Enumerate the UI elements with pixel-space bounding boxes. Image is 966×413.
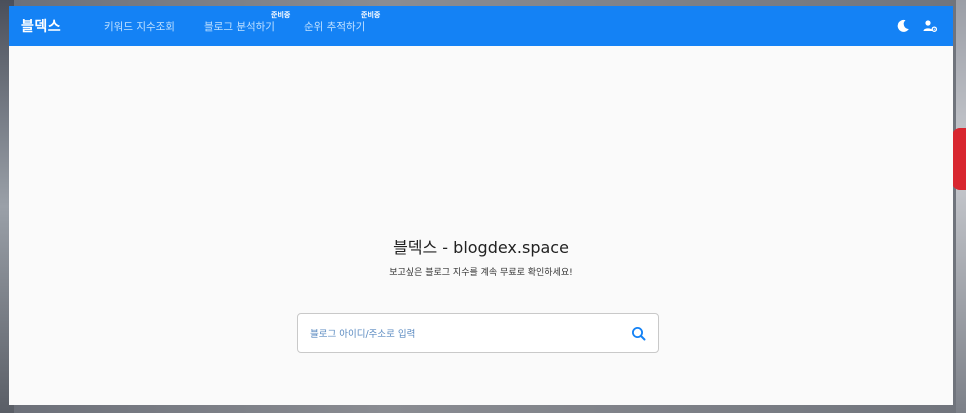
- nav-rank-tracking-badge: 준비중: [361, 11, 381, 19]
- nav-blog-analysis[interactable]: 블로그 분석하기: [204, 19, 275, 34]
- moon-icon[interactable]: [895, 18, 911, 34]
- search-icon[interactable]: [630, 325, 648, 343]
- top-navbar: 블덱스 키워드 지수조회 블로그 분석하기 준비중 순위 추적하기 준비중: [9, 6, 953, 46]
- search-input[interactable]: [308, 324, 612, 344]
- search-box: [297, 313, 659, 353]
- nav-blog-analysis-badge: 준비중: [271, 11, 291, 19]
- nav-rank-tracking[interactable]: 순위 추적하기: [304, 19, 365, 34]
- brand-logo[interactable]: 블덱스: [21, 16, 61, 36]
- nav-keyword-index[interactable]: 키워드 지수조회: [104, 19, 175, 34]
- desktop-backdrop-right: [956, 0, 966, 413]
- hero-title: 블덱스 - blogdex.space: [393, 238, 569, 257]
- browser-page: 블덱스 키워드 지수조회 블로그 분석하기 준비중 순위 추적하기 준비중 블덱…: [9, 6, 953, 405]
- user-settings-icon[interactable]: [922, 18, 938, 34]
- desktop-backdrop-badge: [952, 128, 966, 190]
- hero-subtitle: 보고싶은 블로그 지수를 계속 무료로 확인하세요!: [389, 268, 573, 278]
